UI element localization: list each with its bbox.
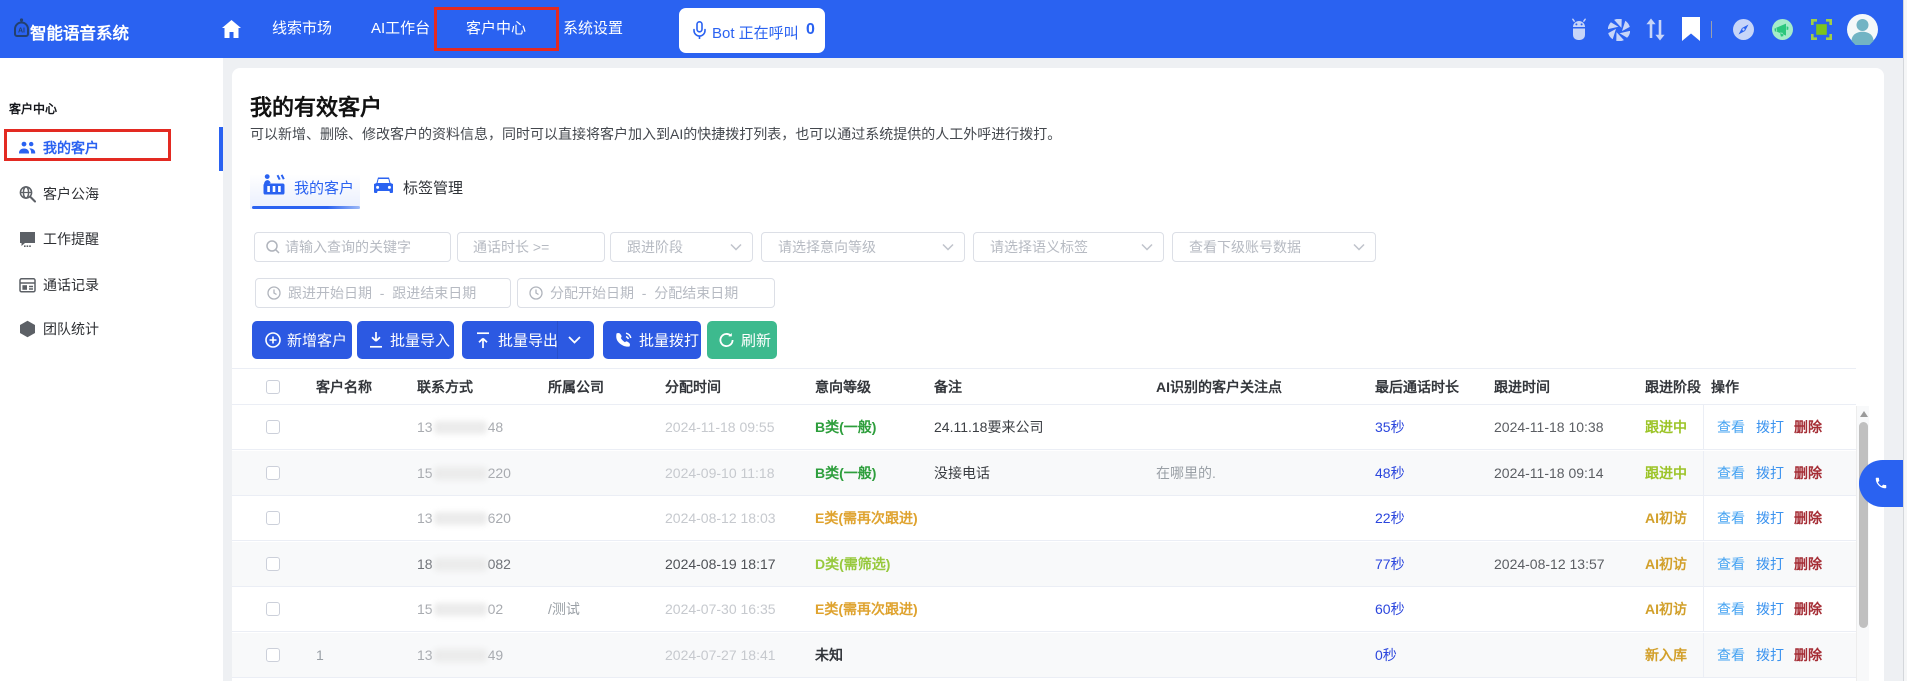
svg-text:AI: AI xyxy=(18,28,25,35)
